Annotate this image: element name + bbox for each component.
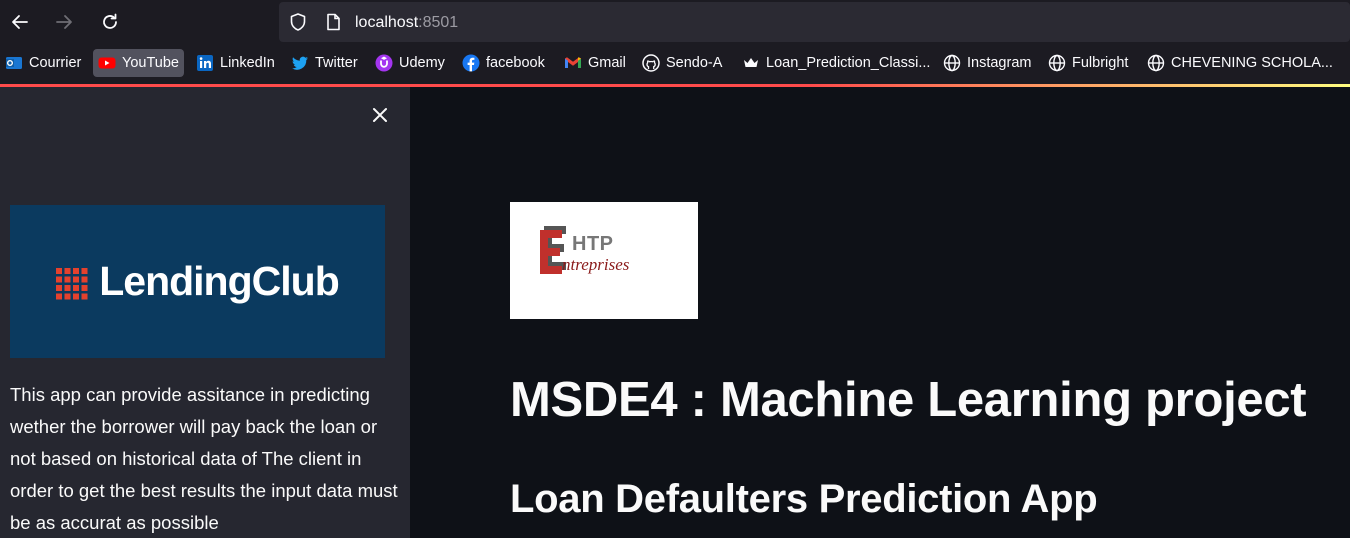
reload-icon [103, 13, 117, 29]
facebook-icon [462, 54, 480, 72]
forward-arrow-icon [56, 15, 72, 29]
bookmark-label: Loan_Prediction_Classi... [766, 55, 931, 71]
lendingclub-grid-icon [56, 267, 88, 299]
bookmark-udemy[interactable]: Udemy [370, 49, 450, 77]
bookmark-label: LinkedIn [220, 55, 275, 71]
sidebar: LendingClub This app can provide assitan… [0, 87, 410, 538]
bookmark-linkedin[interactable]: LinkedIn [191, 49, 280, 77]
globe-icon [943, 54, 961, 72]
reload-button[interactable] [94, 6, 126, 38]
crown-icon [742, 54, 760, 72]
bookmark-courrier[interactable]: Courrier [0, 49, 86, 77]
bookmark-label: Twitter [315, 55, 358, 71]
bookmarks-toolbar: Courrier YouTube LinkedIn Twitter Udemy … [0, 44, 1350, 84]
bookmark-loan-prediction[interactable]: Loan_Prediction_Classi... [737, 49, 935, 77]
linkedin-icon [196, 54, 214, 72]
page-subtitle: Loan Defaulters Prediction App [510, 477, 1098, 521]
shield-icon[interactable] [288, 12, 308, 32]
bookmark-youtube[interactable]: YouTube [93, 49, 184, 77]
globe-icon [1147, 54, 1165, 72]
bookmark-label: Gmail [588, 55, 626, 71]
bookmark-sendo-a[interactable]: Sendo-A [637, 49, 727, 77]
github-icon [642, 54, 660, 72]
sidebar-close-button[interactable] [366, 101, 394, 129]
bookmark-fulbright[interactable]: Fulbright [1043, 49, 1133, 77]
twitter-icon [291, 54, 309, 72]
browser-nav-bar: localhost:8501 [0, 0, 1350, 44]
bookmark-twitter[interactable]: Twitter [286, 49, 363, 77]
bookmark-facebook[interactable]: facebook [457, 49, 550, 77]
gmail-icon [564, 54, 582, 72]
udemy-icon [375, 54, 393, 72]
bookmark-chevening[interactable]: CHEVENING SCHOLA... [1142, 49, 1338, 77]
bookmark-instagram[interactable]: Instagram [938, 49, 1036, 77]
bookmark-label: Udemy [399, 55, 445, 71]
url-host: localhost [355, 14, 419, 31]
url-port: :8501 [418, 14, 459, 31]
outlook-icon [5, 54, 23, 72]
ehtp-logo: HTP ntreprises [510, 202, 698, 319]
back-button[interactable] [4, 6, 36, 38]
back-arrow-icon [12, 15, 28, 29]
close-icon [373, 108, 387, 122]
ehtp-logo-top-text: HTP [572, 233, 614, 255]
bookmark-label: Courrier [29, 55, 82, 71]
url-text[interactable]: localhost:8501 [355, 13, 458, 33]
url-bar[interactable]: localhost:8501 [279, 2, 1350, 42]
lendingclub-logo-text: LendingClub [99, 258, 340, 304]
bookmark-label: Instagram [967, 55, 1032, 71]
bookmark-label: Sendo-A [666, 55, 723, 71]
bookmark-label: YouTube [122, 55, 179, 71]
forward-button[interactable] [48, 6, 80, 38]
globe-icon [1048, 54, 1066, 72]
youtube-icon [98, 54, 116, 72]
bookmark-gmail[interactable]: Gmail [559, 49, 631, 77]
bookmark-label: facebook [486, 55, 545, 71]
bookmark-label: CHEVENING SCHOLA... [1171, 55, 1333, 71]
page-icon[interactable] [323, 12, 343, 32]
page-title: MSDE4 : Machine Learning project [510, 373, 1307, 427]
lendingclub-logo: LendingClub [10, 205, 385, 358]
bookmark-label: Fulbright [1072, 55, 1129, 71]
app-description: This app can provide assitance in predic… [10, 384, 398, 533]
ehtp-logo-bottom-text: ntreprises [562, 255, 630, 274]
main-content: HTP ntreprises MSDE4 : Machine Learning … [410, 87, 1350, 538]
